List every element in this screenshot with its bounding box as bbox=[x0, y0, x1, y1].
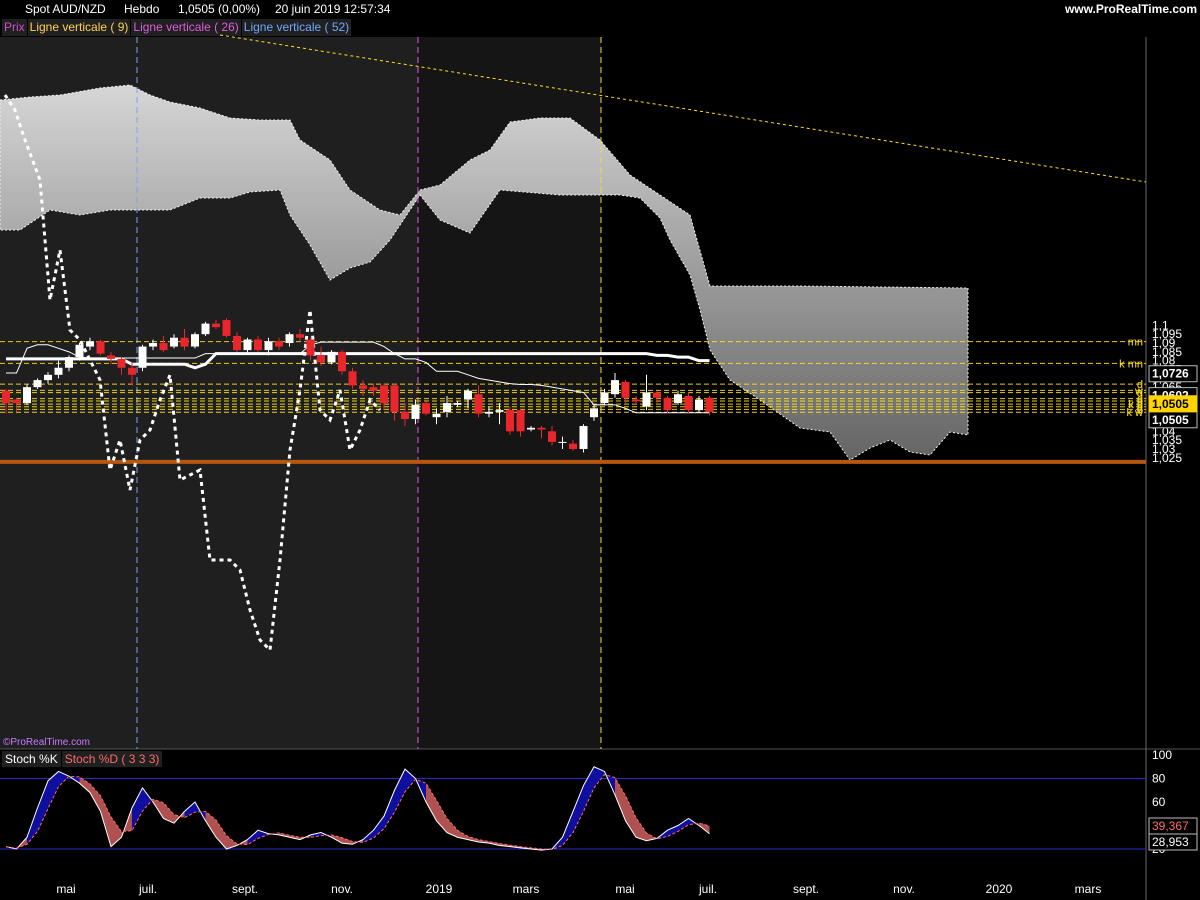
candle bbox=[191, 332, 199, 349]
stoch-value-tag: 28,953 bbox=[1148, 833, 1198, 851]
candle bbox=[222, 318, 231, 338]
candle bbox=[579, 424, 588, 453]
price-tag: 1,0726 bbox=[1148, 365, 1198, 383]
x-axis-label: 2020 bbox=[986, 882, 1013, 896]
stoch-tick-label: 100 bbox=[1152, 748, 1172, 762]
svg-text:28,953: 28,953 bbox=[1152, 835, 1189, 849]
support-line bbox=[0, 459, 1146, 464]
legend-stoch-k[interactable]: Stoch %K bbox=[2, 751, 61, 767]
price-tag: 1,0505 bbox=[1148, 411, 1198, 429]
x-axis-label: juil. bbox=[698, 882, 717, 896]
candle bbox=[23, 384, 31, 405]
price-tag: 1,0505 bbox=[1148, 395, 1198, 413]
x-axis-label: nov. bbox=[893, 882, 915, 896]
x-axis-label: juil. bbox=[138, 882, 157, 896]
x-axis-label: mars bbox=[513, 882, 540, 896]
candle bbox=[96, 339, 105, 356]
candle bbox=[327, 350, 336, 365]
svg-text:39,367: 39,367 bbox=[1152, 819, 1189, 833]
candle bbox=[422, 401, 430, 416]
x-axis-label: mai bbox=[615, 882, 634, 896]
candle bbox=[611, 373, 619, 398]
stoch-tick-label: 60 bbox=[1152, 795, 1166, 809]
stoch-value-tag: 39,367 bbox=[1148, 817, 1198, 835]
candle bbox=[201, 321, 210, 336]
svg-text:1,0726: 1,0726 bbox=[1152, 367, 1189, 381]
x-axis-label: sept. bbox=[793, 882, 819, 896]
candle bbox=[632, 396, 640, 405]
candle bbox=[138, 344, 147, 372]
watermark: ©ProRealTime.com bbox=[3, 737, 91, 748]
x-axis-label: nov. bbox=[331, 882, 353, 896]
candle bbox=[600, 388, 609, 405]
svg-text:1,0505: 1,0505 bbox=[1152, 413, 1189, 427]
svg-text:1,0505: 1,0505 bbox=[1152, 397, 1189, 411]
price-chart[interactable]: mnk mndwdddk dddk w1,11,0951,091,0851,08… bbox=[0, 0, 1200, 900]
candle bbox=[338, 350, 346, 375]
candle bbox=[506, 406, 514, 435]
stoch-legend: Stoch %K Stoch %D ( 3 3 3) bbox=[2, 751, 163, 767]
legend-stoch-d[interactable]: Stoch %D ( 3 3 3) bbox=[61, 751, 163, 767]
candle bbox=[642, 374, 651, 411]
x-axis-label: mai bbox=[56, 882, 75, 896]
x-axis-label: sept. bbox=[232, 882, 258, 896]
candle bbox=[621, 380, 630, 404]
candle bbox=[663, 396, 672, 414]
x-axis-label: 2019 bbox=[426, 882, 453, 896]
level-label: k w bbox=[1127, 407, 1144, 419]
price-tick-label: 1,025 bbox=[1152, 451, 1182, 465]
candle bbox=[684, 392, 693, 414]
x-axis-label: mars bbox=[1075, 882, 1102, 896]
stoch-tick-label: 80 bbox=[1152, 772, 1166, 786]
level-label: mn bbox=[1128, 337, 1143, 349]
level-label: k mn bbox=[1119, 358, 1143, 370]
